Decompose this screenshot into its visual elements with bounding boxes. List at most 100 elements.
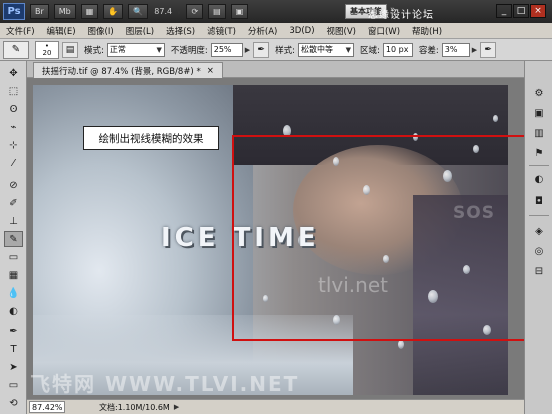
- brush-panel-toggle[interactable]: ▤: [62, 41, 78, 58]
- water-drop: [398, 340, 404, 349]
- menu-view[interactable]: 视图(V): [321, 25, 362, 37]
- minimize-button[interactable]: _: [496, 4, 512, 18]
- area-field[interactable]: 10 px: [382, 42, 413, 57]
- quick-select-icon: ⌁: [10, 121, 17, 133]
- brush-tool[interactable]: ✐: [4, 195, 23, 211]
- zoom-level-select[interactable]: 87.4 ▼: [154, 7, 181, 16]
- status-zoom-field[interactable]: 87.42%: [29, 401, 65, 413]
- info-panel-icon[interactable]: ⚑: [530, 145, 548, 161]
- screen-mode-button[interactable]: ▣: [230, 4, 249, 19]
- menu-layer[interactable]: 图层(L): [120, 25, 160, 37]
- panel-dock: ⚙ ▣ ▥ ⚑ ◐ ◘ ◈ ◎ ⊟: [524, 61, 552, 414]
- annotation-callout: 绘制出视线模糊的效果: [83, 126, 219, 150]
- marquee-icon: ⬚: [8, 85, 19, 97]
- grid-icon: ▦: [85, 7, 94, 16]
- rectangle-icon: ▭: [8, 379, 19, 391]
- marquee-tool[interactable]: ⬚: [4, 83, 23, 99]
- area-value: 10 px: [385, 45, 409, 54]
- tolerance-field[interactable]: 3%: [441, 42, 470, 57]
- status-bar: 87.42% 文档:1.10M/10.6M ▶: [27, 399, 524, 414]
- pen-pressure-icon: ✒: [484, 44, 492, 55]
- clone-stamp-tool[interactable]: ⊥: [4, 213, 23, 229]
- blur-drop-icon: 💧: [7, 287, 20, 299]
- maximize-button[interactable]: □: [513, 4, 529, 18]
- document-tab[interactable]: 扶摇行动.tif @ 87.4% (背景, RGB/8#) * ×: [33, 62, 223, 78]
- lasso-tool[interactable]: ʘ: [4, 101, 23, 117]
- paths-panel-icon[interactable]: ⊟: [530, 263, 548, 279]
- move-tool[interactable]: ✥: [4, 65, 23, 81]
- tablet-opacity-toggle[interactable]: ✒: [253, 41, 270, 58]
- art-history-brush-icon: ✎: [11, 44, 21, 55]
- panel-divider: [529, 215, 549, 216]
- pen-tool[interactable]: ✒: [4, 323, 23, 339]
- dodge-icon: ◐: [9, 305, 18, 317]
- menu-edit[interactable]: 编辑(E): [41, 25, 82, 37]
- menu-select[interactable]: 选择(S): [160, 25, 201, 37]
- lasso-icon: ʘ: [9, 103, 18, 115]
- mode-value: 正常: [109, 45, 126, 54]
- menu-3d[interactable]: 3D(D): [283, 26, 320, 36]
- actions-panel-icon[interactable]: ▣: [530, 105, 548, 121]
- history-panel-icon[interactable]: ⚙: [530, 85, 548, 101]
- eraser-tool[interactable]: ▭: [4, 249, 23, 265]
- screen-mode-icon: ▣: [235, 7, 244, 16]
- style-select[interactable]: 松散中等 ▼: [298, 42, 355, 57]
- zoom-tool-button[interactable]: 🔍: [128, 4, 149, 19]
- menu-analysis[interactable]: 分析(A): [242, 25, 283, 37]
- shape-tool[interactable]: ▭: [4, 377, 23, 393]
- tolerance-value: 3%: [444, 45, 458, 54]
- tolerance-slider-arrow-icon[interactable]: ▶: [472, 46, 477, 54]
- dodge-tool[interactable]: ◐: [4, 303, 23, 319]
- close-tab-icon[interactable]: ×: [207, 66, 214, 76]
- document-tab-bar: 扶摇行动.tif @ 87.4% (背景, RGB/8#) * ×: [27, 61, 524, 78]
- gradient-icon: ▦: [8, 269, 19, 281]
- rotate-view-button[interactable]: ⟳: [186, 4, 204, 19]
- mode-select[interactable]: 正常 ▼: [106, 42, 165, 57]
- annotation-highlight-box: [232, 135, 552, 341]
- art-history-brush-tool[interactable]: ✎: [4, 231, 23, 247]
- path-select-tool[interactable]: ➤: [4, 359, 23, 375]
- tablet-size-toggle[interactable]: ✒: [480, 41, 497, 58]
- watermark-text: 思缘设计论坛: [368, 10, 434, 21]
- menu-filter[interactable]: 滤镜(T): [201, 25, 242, 37]
- menu-file[interactable]: 文件(F): [0, 25, 41, 37]
- blur-tool[interactable]: 💧: [4, 285, 23, 301]
- layers-panel-icon[interactable]: ◈: [530, 223, 548, 239]
- navigator-panel-icon[interactable]: ▥: [530, 125, 548, 141]
- type-tool[interactable]: T: [4, 341, 23, 357]
- menu-window[interactable]: 窗口(W): [362, 25, 406, 37]
- magnifier-icon: 🔍: [133, 7, 144, 16]
- 3d-rotate-icon: ⟲: [9, 397, 18, 409]
- adjustments-panel-icon[interactable]: ◐: [530, 171, 548, 187]
- gradient-tool[interactable]: ▦: [4, 267, 23, 283]
- mode-label: 模式:: [84, 45, 104, 56]
- quick-select-tool[interactable]: ⌁: [4, 119, 23, 135]
- eraser-icon: ▭: [8, 251, 19, 263]
- menu-bar: 文件(F) 编辑(E) 图像(I) 图层(L) 选择(S) 滤镜(T) 分析(A…: [0, 23, 552, 39]
- opacity-slider-arrow-icon[interactable]: ▶: [245, 46, 250, 54]
- style-label: 样式:: [275, 45, 296, 56]
- view-extras-button[interactable]: ▦: [80, 4, 99, 19]
- path-select-icon: ➤: [9, 361, 18, 373]
- crop-tool[interactable]: ⊹: [4, 137, 23, 153]
- opacity-field[interactable]: 25%: [210, 42, 243, 57]
- hand-tool-button[interactable]: ✋: [103, 4, 124, 19]
- bridge-button[interactable]: Br: [30, 4, 49, 19]
- healing-brush-tool[interactable]: ⊘: [4, 177, 23, 193]
- chevron-down-icon: ▼: [176, 7, 182, 16]
- mini-bridge-button[interactable]: Mb: [53, 4, 76, 19]
- menu-help[interactable]: 帮助(H): [406, 25, 448, 37]
- arrange-documents-button[interactable]: ▤: [208, 4, 226, 19]
- tool-options-bar: ✎ • 20 ▤ 模式: 正常 ▼ 不透明度: 25% ▶ ✒ 样式: 松散中等…: [0, 39, 552, 61]
- tool-preset-picker[interactable]: ✎: [3, 40, 29, 59]
- close-button[interactable]: ×: [530, 4, 546, 18]
- eyedropper-tool[interactable]: ⁄: [4, 155, 23, 171]
- brush-preset-picker[interactable]: • 20: [35, 40, 59, 59]
- masks-panel-icon[interactable]: ◘: [530, 193, 548, 209]
- 3d-rotate-tool[interactable]: ⟲: [4, 395, 23, 411]
- channels-panel-icon[interactable]: ◎: [530, 243, 548, 259]
- status-menu-arrow-icon[interactable]: ▶: [174, 403, 179, 411]
- menu-image[interactable]: 图像(I): [82, 25, 120, 37]
- crop-icon: ⊹: [9, 139, 18, 151]
- bottom-watermark: 飞特网 WWW.TLVI.NET: [30, 372, 300, 396]
